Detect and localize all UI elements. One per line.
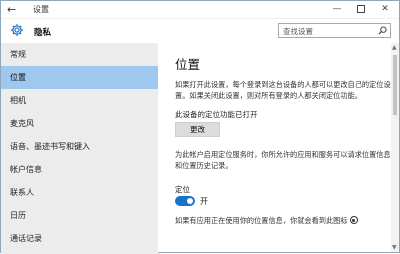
sidebar-nav: 常规 位置 相机 麦克风 语音、墨迹书写和键入 帐户信息 联系人 日历 通话记录 — [1, 43, 158, 254]
sidebar-item-general[interactable]: 常规 — [1, 43, 158, 66]
maximize-button[interactable] — [351, 2, 371, 16]
change-button[interactable]: 更改 — [175, 122, 220, 137]
maximize-icon — [357, 4, 365, 13]
scroll-down-arrow-icon[interactable]: ▼ — [392, 244, 397, 251]
sidebar-item-camera[interactable]: 相机 — [1, 89, 158, 112]
close-button[interactable]: ✕ — [375, 2, 395, 16]
scroll-up-arrow-icon[interactable]: ▲ — [392, 44, 397, 51]
page-title: 位置 — [175, 57, 201, 72]
main-content: 位置 如果打开此设置，每个登录到这台设备的人都可以更改自己的定位设置。如果关闭此… — [159, 43, 391, 254]
sidebar-item-call-history[interactable]: 通话记录 — [1, 227, 158, 250]
device-location-status: 此设备的定位功能已打开 — [175, 110, 258, 119]
device-setting-description: 如果打开此设置，每个登录到这台设备的人都可以更改自己的定位设置。如果关闭此设置，… — [175, 80, 391, 100]
location-in-use-description: 如果有应用正在使用你的位置信息，你就会看到此图标 — [175, 215, 397, 226]
vertical-scrollbar[interactable]: ▲ ▼ — [391, 43, 399, 252]
sidebar-item-calendar[interactable]: 日历 — [1, 204, 158, 227]
search-input[interactable]: 查找设置 — [278, 23, 391, 38]
location-in-use-icon — [349, 216, 358, 224]
sidebar-item-account-info[interactable]: 帐户信息 — [1, 158, 158, 181]
sidebar-item-microphone[interactable]: 麦克风 — [1, 112, 158, 135]
back-arrow-icon[interactable]: ← — [7, 3, 16, 16]
scroll-thumb[interactable] — [393, 55, 397, 115]
settings-window: ← 设置 — ✕ 隐私 查找设置 常规 位置 相机 麦克风 语音、墨迹书写和键入… — [0, 0, 400, 254]
location-toggle-label: 定位 — [175, 185, 190, 194]
toggle-knob — [187, 198, 193, 204]
search-icon[interactable] — [378, 26, 387, 35]
account-location-description: 为此帐户启用定位服务时，你所允许的应用和服务可以请求位置信息和位置历史记录。 — [175, 150, 391, 170]
section-title: 隐私 — [34, 28, 52, 38]
search-placeholder: 查找设置 — [283, 27, 313, 36]
sidebar-item-location[interactable]: 位置 — [1, 66, 158, 89]
location-toggle[interactable] — [175, 196, 195, 206]
window-title: 设置 — [33, 5, 49, 14]
minimize-button[interactable]: — — [327, 2, 347, 16]
title-bar: ← 设置 — ✕ — [1, 1, 399, 19]
toggle-state-label: 开 — [200, 197, 208, 206]
gear-icon — [11, 24, 23, 36]
location-in-use-text: 如果有应用正在使用你的位置信息，你就会看到此图标 — [175, 216, 348, 225]
sidebar-item-contacts[interactable]: 联系人 — [1, 181, 158, 204]
page-header: 隐私 查找设置 — [1, 19, 399, 43]
sidebar-item-speech-inking-typing[interactable]: 语音、墨迹书写和键入 — [1, 135, 158, 158]
